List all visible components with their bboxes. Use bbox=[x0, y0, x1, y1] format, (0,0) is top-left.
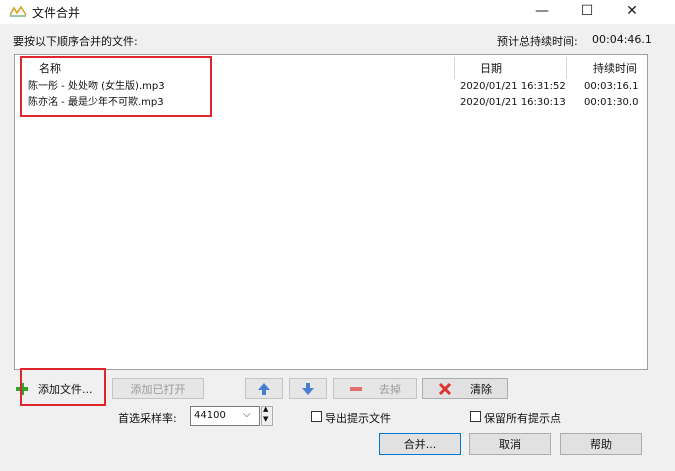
title-bar: 文件合并 — ☐ ✕ bbox=[0, 0, 675, 22]
sample-rate-label: 首选采样率: bbox=[118, 412, 177, 425]
instruction-label: 要按以下顺序合并的文件: bbox=[13, 35, 138, 48]
sample-rate-select[interactable]: 44100 ⌵ bbox=[190, 406, 260, 426]
app-logo-icon bbox=[9, 5, 27, 17]
close-icon: ✕ bbox=[626, 3, 638, 19]
minimize-icon: — bbox=[535, 3, 549, 19]
minimize-button[interactable]: — bbox=[522, 0, 562, 22]
cancel-label: 取消 bbox=[499, 438, 521, 451]
arrow-down-icon bbox=[302, 382, 314, 395]
total-duration-value: 00:04:46.1 bbox=[592, 33, 652, 46]
maximize-icon: ☐ bbox=[580, 3, 594, 19]
move-up-button[interactable] bbox=[245, 378, 283, 399]
sample-rate-spinner[interactable]: ▲ ▼ bbox=[261, 405, 273, 426]
total-duration-label: 预计总持续时间: bbox=[497, 35, 578, 48]
sample-rate-value: 44100 bbox=[194, 410, 226, 421]
maximize-button[interactable]: ☐ bbox=[567, 0, 607, 22]
clear-button[interactable]: 清除 bbox=[422, 378, 508, 399]
export-cue-label: 导出提示文件 bbox=[325, 412, 391, 425]
close-button[interactable]: ✕ bbox=[612, 0, 652, 22]
remove-label: 去掉 bbox=[379, 382, 401, 396]
minus-icon bbox=[350, 386, 362, 391]
help-button[interactable]: 帮助 bbox=[560, 433, 642, 455]
file-duration: 00:03:16.1 bbox=[584, 81, 639, 92]
chevron-down-icon: ⌵ bbox=[243, 409, 251, 420]
remove-button[interactable]: 去掉 bbox=[333, 378, 417, 399]
x-icon bbox=[438, 382, 452, 395]
export-cue-checkbox[interactable] bbox=[311, 411, 322, 422]
merge-label: 合并... bbox=[403, 438, 437, 451]
file-duration: 00:01:30.0 bbox=[584, 97, 639, 108]
keep-cues-label: 保留所有提示点 bbox=[484, 412, 561, 425]
spin-up-icon[interactable]: ▲ bbox=[263, 405, 268, 413]
merge-button[interactable]: 合并... bbox=[379, 433, 461, 455]
file-date: 2020/01/21 16:30:13 bbox=[460, 97, 566, 108]
clear-label: 清除 bbox=[470, 382, 492, 396]
spin-down-icon[interactable]: ▼ bbox=[263, 415, 268, 423]
arrow-up-icon bbox=[258, 382, 270, 395]
column-divider bbox=[566, 57, 567, 79]
window-title: 文件合并 bbox=[32, 6, 81, 20]
cancel-button[interactable]: 取消 bbox=[469, 433, 551, 455]
highlight-box bbox=[20, 368, 106, 406]
move-down-button[interactable] bbox=[289, 378, 327, 399]
highlight-box bbox=[20, 56, 212, 117]
file-date: 2020/01/21 16:31:52 bbox=[460, 81, 566, 92]
column-header-duration[interactable]: 持续时间 bbox=[593, 60, 637, 78]
help-label: 帮助 bbox=[590, 438, 612, 451]
column-header-date[interactable]: 日期 bbox=[480, 60, 502, 78]
keep-cues-checkbox[interactable] bbox=[470, 411, 481, 422]
add-opened-button[interactable]: 添加已打开 bbox=[112, 378, 204, 399]
add-opened-label: 添加已打开 bbox=[130, 382, 186, 396]
column-divider bbox=[454, 57, 455, 79]
